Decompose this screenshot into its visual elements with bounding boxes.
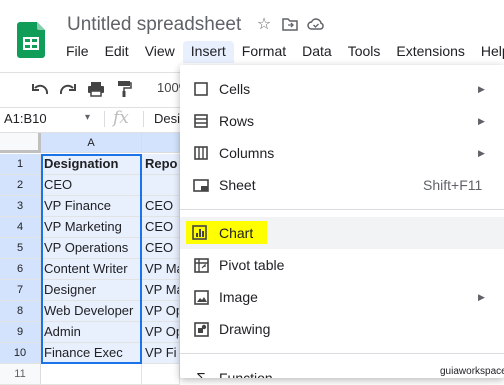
- sheet-icon: [192, 176, 210, 194]
- title-actions: ☆: [255, 15, 325, 33]
- submenu-arrow-icon: ▶: [478, 83, 485, 94]
- name-box-dropdown-icon[interactable]: ▾: [85, 112, 90, 123]
- cells-icon: [192, 80, 210, 98]
- star-icon[interactable]: ☆: [255, 15, 273, 33]
- cell-a[interactable]: VP Finance: [41, 196, 142, 217]
- cell-b[interactable]: CEO: [142, 238, 180, 259]
- cell-b[interactable]: CEO: [142, 196, 180, 217]
- cell-b[interactable]: [142, 175, 180, 196]
- row-header[interactable]: 4: [0, 217, 41, 238]
- row-header[interactable]: 5: [0, 238, 41, 259]
- shortcut-shift-f11: Shift+F11: [423, 177, 483, 193]
- cell-b[interactable]: CEO: [142, 217, 180, 238]
- menu-divider: [180, 209, 504, 210]
- cell-a[interactable]: Web Developer: [41, 301, 142, 322]
- row-header[interactable]: 2: [0, 175, 41, 196]
- cell-b[interactable]: VP Op: [142, 322, 180, 343]
- undo-icon[interactable]: [30, 79, 50, 99]
- submenu-arrow-icon: ▶: [478, 115, 485, 126]
- drawing-icon: [192, 320, 210, 338]
- row-header[interactable]: 3: [0, 196, 41, 217]
- document-title[interactable]: Untitled spreadsheet: [67, 14, 241, 36]
- menu-extensions[interactable]: Extensions: [388, 41, 472, 63]
- pivot-table-icon: [192, 256, 210, 274]
- row-header[interactable]: 1: [0, 154, 41, 175]
- move-folder-icon[interactable]: [281, 15, 299, 33]
- corner-select-all[interactable]: [0, 133, 41, 153]
- cell-b[interactable]: VP Fi: [142, 343, 180, 364]
- print-icon[interactable]: [86, 79, 106, 99]
- formula-divider: [104, 111, 105, 127]
- cell-a[interactable]: Designation: [41, 154, 142, 175]
- menu-item-sheet[interactable]: Sheet Shift+F11: [180, 169, 504, 201]
- menu-file[interactable]: File: [58, 41, 97, 63]
- submenu-arrow-icon: ▶: [478, 291, 485, 302]
- row-header[interactable]: 7: [0, 280, 41, 301]
- column-header-b[interactable]: [142, 133, 180, 153]
- function-icon: Σ: [196, 369, 206, 379]
- rows-icon: [192, 112, 210, 130]
- columns-icon: [192, 144, 210, 162]
- cell-a[interactable]: Designer: [41, 280, 142, 301]
- menu-view[interactable]: View: [137, 41, 183, 63]
- redo-icon[interactable]: [58, 79, 78, 99]
- menu-item-chart-label[interactable]: Chart: [219, 225, 253, 241]
- menu-item-cells[interactable]: Cells ▶: [180, 73, 504, 105]
- formula-divider: [143, 111, 144, 127]
- menu-help[interactable]: Help: [473, 41, 504, 63]
- submenu-arrow-icon: ▶: [478, 147, 485, 158]
- cloud-status-icon[interactable]: [307, 15, 325, 33]
- menu-edit[interactable]: Edit: [97, 41, 137, 63]
- menu-bar: File Edit View Insert Format Data Tools …: [58, 41, 504, 63]
- cell-a[interactable]: [41, 364, 142, 385]
- image-icon: [192, 288, 210, 306]
- menu-item-rows[interactable]: Rows ▶: [180, 105, 504, 137]
- menu-item-pivot-table[interactable]: Pivot table: [180, 249, 504, 281]
- cell-a[interactable]: CEO: [41, 175, 142, 196]
- menu-insert[interactable]: Insert: [182, 41, 234, 63]
- cell-b[interactable]: VP Ma: [142, 259, 180, 280]
- menu-format[interactable]: Format: [234, 41, 294, 63]
- row-header[interactable]: 6: [0, 259, 41, 280]
- cell-b[interactable]: VP Ma: [142, 280, 180, 301]
- sheets-logo-icon[interactable]: [17, 22, 45, 58]
- cell-a[interactable]: Content Writer: [41, 259, 142, 280]
- row-header[interactable]: 11: [0, 364, 41, 385]
- cell-a[interactable]: Admin: [41, 322, 142, 343]
- fx-icon: fx: [113, 108, 129, 128]
- cell-b[interactable]: VP Op: [142, 301, 180, 322]
- column-header-a[interactable]: A: [41, 133, 142, 153]
- cell-b[interactable]: Repo: [142, 154, 180, 175]
- chart-icon: [192, 225, 210, 241]
- row-header[interactable]: 10: [0, 343, 41, 364]
- name-box[interactable]: A1:B10: [4, 111, 47, 126]
- menu-item-image[interactable]: Image ▶: [180, 281, 504, 313]
- watermark: guiaworkspace: [440, 366, 504, 377]
- menu-divider: [180, 353, 504, 354]
- cell-b[interactable]: [142, 364, 180, 385]
- cell-a[interactable]: VP Operations: [41, 238, 142, 259]
- row-header[interactable]: 8: [0, 301, 41, 322]
- cell-a[interactable]: Finance Exec: [41, 343, 142, 364]
- menu-tools[interactable]: Tools: [340, 41, 389, 63]
- menu-item-columns[interactable]: Columns ▶: [180, 137, 504, 169]
- menu-item-drawing[interactable]: Drawing: [180, 313, 504, 345]
- menu-data[interactable]: Data: [294, 41, 340, 63]
- paint-format-icon[interactable]: [114, 79, 134, 99]
- cell-a[interactable]: VP Marketing: [41, 217, 142, 238]
- row-header[interactable]: 9: [0, 322, 41, 343]
